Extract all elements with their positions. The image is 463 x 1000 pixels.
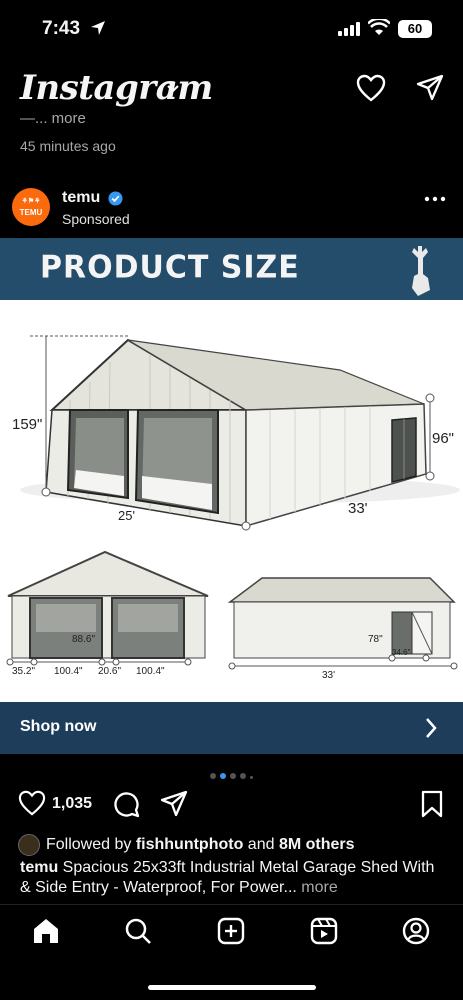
bookmark-icon[interactable] bbox=[420, 790, 444, 818]
dim-door-width: 88.6" bbox=[72, 634, 96, 645]
account-name[interactable]: temu bbox=[62, 189, 100, 207]
wrench-hand-icon bbox=[412, 246, 430, 296]
carousel-indicator bbox=[0, 766, 463, 779]
banner-title: PRODUCT SIZE bbox=[40, 249, 300, 286]
status-bar: 7:43 60 bbox=[0, 0, 463, 60]
like-heart-icon[interactable] bbox=[18, 790, 46, 816]
product-size-banner: PRODUCT SIZE bbox=[0, 238, 463, 300]
dim-side-door-width: 34.6" bbox=[392, 648, 411, 657]
dim-height-total: 159" bbox=[12, 416, 43, 433]
dim-side-door-height: 78" bbox=[368, 634, 383, 645]
caption-text: Spacious 25x33ft Industrial Metal Garage… bbox=[20, 859, 435, 896]
battery-indicator: 60 bbox=[398, 20, 432, 38]
dim-width: 25' bbox=[118, 508, 135, 523]
location-arrow-icon bbox=[91, 21, 105, 35]
followed-by-line[interactable]: Followed by fishhuntphoto and 8M others bbox=[18, 834, 355, 856]
verified-badge-icon bbox=[108, 191, 123, 206]
shop-now-button[interactable]: Shop now bbox=[0, 702, 463, 754]
share-icon[interactable] bbox=[160, 790, 188, 818]
like-count[interactable]: 1,035 bbox=[52, 795, 92, 813]
search-icon[interactable] bbox=[124, 917, 152, 945]
app-header: Instagram bbox=[0, 60, 463, 116]
wifi-icon bbox=[368, 19, 390, 35]
post-image[interactable]: PRODUCT SIZE 159" 96" 25' 33' 88.6" 35.2… bbox=[0, 238, 463, 702]
home-indicator bbox=[148, 985, 316, 990]
carousel-dot bbox=[250, 776, 253, 779]
follower-avatar bbox=[18, 834, 40, 856]
more-options-icon[interactable] bbox=[424, 196, 446, 202]
avatar[interactable]: ⚘⚑⚘ TEMU bbox=[12, 188, 50, 226]
followed-and: and bbox=[243, 836, 279, 854]
followed-others[interactable]: 8M others bbox=[279, 836, 355, 853]
dim-length: 33' bbox=[348, 500, 368, 517]
status-time: 7:43 bbox=[42, 18, 81, 39]
post-header: ⚘⚑⚘ TEMU temu Sponsored bbox=[0, 182, 463, 234]
dim-front-mid: 20.6" bbox=[98, 666, 122, 677]
carousel-dot bbox=[210, 773, 216, 779]
carousel-dot bbox=[230, 773, 236, 779]
caption-user[interactable]: temu bbox=[20, 859, 58, 876]
followed-user[interactable]: fishhuntphoto bbox=[136, 836, 244, 853]
bottom-tab-bar bbox=[0, 904, 463, 1000]
caption-more-link[interactable]: more bbox=[297, 879, 337, 896]
dim-front-door2: 100.4" bbox=[136, 666, 165, 677]
previous-post-time: 45 minutes ago bbox=[20, 138, 116, 154]
carousel-dot bbox=[240, 773, 246, 779]
avatar-label: TEMU bbox=[19, 208, 43, 217]
post-caption[interactable]: temu Spacious 25x33ft Industrial Metal G… bbox=[20, 858, 440, 898]
home-icon[interactable] bbox=[32, 917, 60, 945]
previous-post-more[interactable]: —... more bbox=[20, 110, 86, 127]
chevron-down-icon[interactable] bbox=[166, 84, 180, 94]
sponsored-label: Sponsored bbox=[62, 211, 130, 227]
garage-shed-illustration bbox=[6, 335, 460, 670]
instagram-logo[interactable]: Instagram bbox=[20, 68, 213, 108]
cellular-signal-icon bbox=[338, 22, 360, 36]
comment-icon[interactable] bbox=[112, 790, 140, 818]
direct-messages-icon[interactable] bbox=[416, 74, 444, 102]
followed-prefix: Followed by bbox=[46, 836, 136, 854]
dim-wall-height: 96" bbox=[432, 430, 455, 447]
reels-icon[interactable] bbox=[310, 917, 338, 945]
shop-now-label: Shop now bbox=[20, 718, 97, 735]
avatar-figures-icon: ⚘⚑⚘ bbox=[21, 198, 41, 205]
dim-side-length: 33' bbox=[322, 670, 336, 681]
notifications-heart-icon[interactable] bbox=[356, 74, 386, 102]
dim-front-left: 35.2" bbox=[12, 666, 36, 677]
post-actions: 1,035 bbox=[0, 788, 463, 822]
chevron-right-icon bbox=[426, 718, 437, 738]
profile-icon[interactable] bbox=[402, 917, 430, 945]
dim-front-door1: 100.4" bbox=[54, 666, 83, 677]
carousel-dot-active bbox=[220, 773, 226, 779]
create-post-icon[interactable] bbox=[217, 917, 245, 945]
